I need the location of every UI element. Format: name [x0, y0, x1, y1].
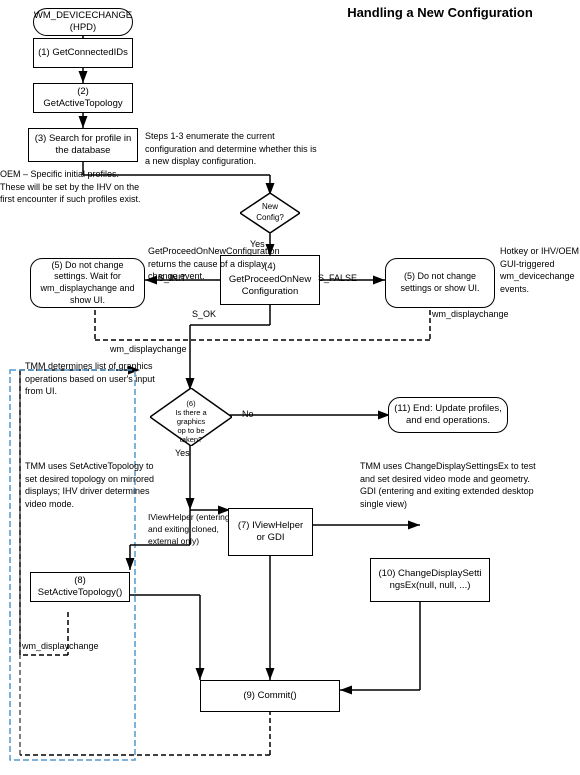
box-get-connected-ids: (1) GetConnectedIDs: [33, 38, 133, 68]
annotation-getproceed: GetProceedOnNewConfiguration returns the…: [148, 245, 278, 283]
diamond-graphics-op: (6) Is there a graphics op to be taken?: [150, 388, 232, 446]
box-set-active-topology: (8) SetActiveTopology(): [30, 572, 130, 602]
annotation-tmm-list: TMM determines list of graphics operatio…: [25, 360, 155, 398]
label-yes-bottom: Yes: [175, 447, 190, 460]
svg-text:Is there a: Is there a: [175, 408, 207, 417]
diamond-new-config: New Config?: [240, 193, 300, 233]
svg-text:Config?: Config?: [256, 213, 284, 222]
annotation-iviewhelper: IViewHelper (entering and exiting cloned…: [148, 512, 238, 548]
box5-right: (5) Do not change settings or show UI.: [385, 258, 495, 308]
svg-text:(6): (6): [186, 399, 196, 408]
annotation-oem: OEM – Specific initial profiles. These w…: [0, 168, 145, 206]
box-commit: (9) Commit(): [200, 680, 340, 712]
box-get-active-topology: (2) GetActiveTopology: [33, 83, 133, 113]
svg-text:New: New: [262, 202, 278, 211]
annotation-change-display: TMM uses ChangeDisplaySettingsEx to test…: [360, 460, 545, 510]
svg-text:taken?: taken?: [180, 435, 203, 444]
annotation-set-active: TMM uses SetActiveTopology to set desire…: [25, 460, 165, 510]
box5-left: (5) Do not change settings. Wait for wm_…: [30, 258, 145, 308]
label-wm-displaychange-right: wm_displaychange: [432, 308, 509, 321]
label-s-ok: S_OK: [192, 308, 216, 321]
box-end: (11) End: Update profiles, and end opera…: [388, 397, 508, 433]
svg-text:graphics: graphics: [177, 417, 206, 426]
label-wm-displaychange-center: wm_displaychange: [110, 343, 187, 356]
label-s-false: S_FALSE: [318, 272, 357, 285]
start-event: WM_DEVICECHANGE (HPD): [33, 8, 133, 36]
annotation-hotkey: Hotkey or IHV/OEM GUI-triggered wm_devic…: [500, 245, 580, 295]
annotation-steps: Steps 1-3 enumerate the current configur…: [145, 130, 320, 168]
box-change-display-settings: (10) ChangeDisplaySetti ngsEx(null, null…: [370, 558, 490, 602]
label-wm-displaychange-bottom: wm_displaychange: [22, 640, 99, 653]
box-iviewhelper-gdi: (7) IViewHelper or GDI: [228, 508, 313, 556]
label-no: No: [242, 408, 254, 421]
diagram-container: Handling a New Configuration WM_DEVICECH…: [0, 0, 580, 775]
page-title: Handling a New Configuration: [330, 5, 550, 20]
svg-text:op to be: op to be: [177, 426, 204, 435]
box-search-profile: (3) Search for profile in the database: [28, 128, 138, 162]
